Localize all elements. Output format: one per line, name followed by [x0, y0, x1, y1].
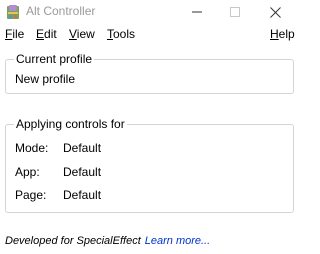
current-profile-group: Current profile New profile [5, 52, 294, 94]
current-profile-name: New profile [15, 72, 76, 86]
menu-help[interactable]: Help [270, 27, 295, 41]
menu-bar: File Edit View Tools Help [0, 24, 300, 44]
menu-view-label: iew [76, 27, 95, 41]
menu-view[interactable]: View [69, 27, 95, 41]
applying-controls-group: Applying controls for Mode: Default App:… [5, 117, 294, 213]
mode-row: Mode: Default [6, 141, 293, 157]
close-button[interactable] [260, 0, 290, 24]
page-label: Page: [15, 188, 47, 202]
app-value: Default [63, 165, 102, 179]
mode-label: Mode: [15, 141, 49, 155]
menu-tools[interactable]: Tools [107, 27, 135, 41]
title-bar[interactable]: Alt Controller [0, 0, 300, 24]
minimize-icon [192, 11, 202, 13]
menu-file-label: ile [12, 27, 25, 41]
app-window: Alt Controller File Edit View Tools Help… [0, 0, 300, 254]
app-label: App: [15, 165, 40, 179]
menu-help-label: elp [278, 27, 295, 41]
menu-file[interactable]: File [5, 27, 24, 41]
footer: Developed for SpecialEffect Learn more... [5, 235, 210, 247]
page-value: Default [63, 188, 102, 202]
menu-edit-accel: E [36, 27, 45, 41]
maximize-button[interactable] [220, 0, 250, 24]
current-profile-legend: Current profile [14, 52, 95, 66]
app-row: App: Default [6, 165, 293, 181]
menu-edit[interactable]: Edit [36, 27, 57, 41]
footer-text: Developed for SpecialEffect [5, 235, 141, 247]
menu-tools-label: ools [113, 27, 136, 41]
menu-help-accel: H [270, 27, 279, 41]
applying-controls-legend: Applying controls for [14, 117, 127, 131]
menu-edit-label: dit [44, 27, 57, 41]
learn-more-link[interactable]: Learn more... [145, 235, 210, 247]
page-row: Page: Default [6, 188, 293, 204]
close-icon [269, 6, 281, 18]
minimize-button[interactable] [182, 0, 212, 24]
window-title: Alt Controller [26, 4, 96, 18]
app-icon [6, 4, 20, 20]
maximize-icon [230, 7, 240, 17]
menu-view-accel: V [69, 27, 77, 41]
mode-value: Default [63, 141, 102, 155]
